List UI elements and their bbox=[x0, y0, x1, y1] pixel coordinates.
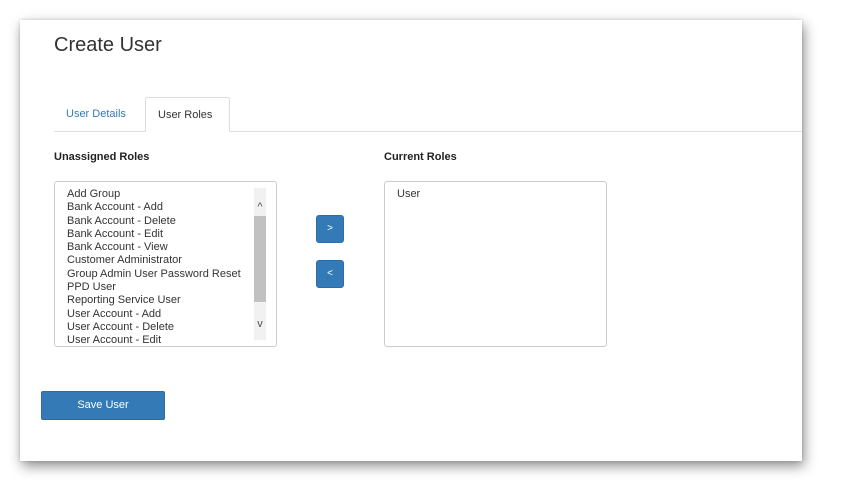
list-item[interactable]: User Account - Delete bbox=[67, 321, 241, 334]
list-item[interactable]: Bank Account - Add bbox=[67, 201, 241, 214]
create-user-panel: Create User User Details User Roles Unas… bbox=[20, 20, 802, 461]
tab-user-roles[interactable]: User Roles bbox=[145, 97, 230, 132]
current-roles-label: Current Roles bbox=[384, 151, 457, 163]
list-item[interactable]: Bank Account - Delete bbox=[67, 215, 241, 228]
list-item[interactable]: User Account - Edit bbox=[67, 334, 241, 346]
unassigned-roles-list[interactable]: Add Group Bank Account - Add Bank Accoun… bbox=[54, 181, 277, 347]
unassigned-roles-label: Unassigned Roles bbox=[54, 151, 150, 163]
list-item[interactable]: Group Admin User Password Reset bbox=[67, 268, 241, 281]
scrollbar-thumb[interactable] bbox=[254, 216, 266, 302]
list-item[interactable]: Add Group bbox=[67, 188, 241, 201]
save-user-button[interactable]: Save User bbox=[41, 391, 165, 420]
add-role-button[interactable]: > bbox=[316, 215, 344, 243]
remove-role-button[interactable]: < bbox=[316, 260, 344, 288]
list-item[interactable]: PPD User bbox=[67, 281, 241, 294]
list-item[interactable]: Bank Account - View bbox=[67, 241, 241, 254]
tab-user-details[interactable]: User Details bbox=[54, 97, 144, 130]
current-roles-items: User bbox=[397, 188, 420, 201]
tab-bar: User Details User Roles bbox=[54, 97, 802, 132]
page-title: Create User bbox=[54, 34, 162, 56]
list-item[interactable]: Bank Account - Edit bbox=[67, 228, 241, 241]
page: Create User User Details User Roles Unas… bbox=[0, 0, 844, 503]
list-item[interactable]: User bbox=[397, 188, 420, 201]
scroll-down-icon[interactable]: v bbox=[254, 317, 266, 331]
unassigned-list-scrollbar[interactable]: ^ v bbox=[254, 188, 266, 340]
list-item[interactable]: Reporting Service User bbox=[67, 294, 241, 307]
list-item[interactable]: Customer Administrator bbox=[67, 254, 241, 267]
current-roles-list[interactable]: User bbox=[384, 181, 607, 347]
unassigned-roles-items: Add Group Bank Account - Add Bank Accoun… bbox=[67, 188, 241, 346]
list-item[interactable]: User Account - Add bbox=[67, 308, 241, 321]
scroll-up-icon[interactable]: ^ bbox=[254, 200, 266, 214]
